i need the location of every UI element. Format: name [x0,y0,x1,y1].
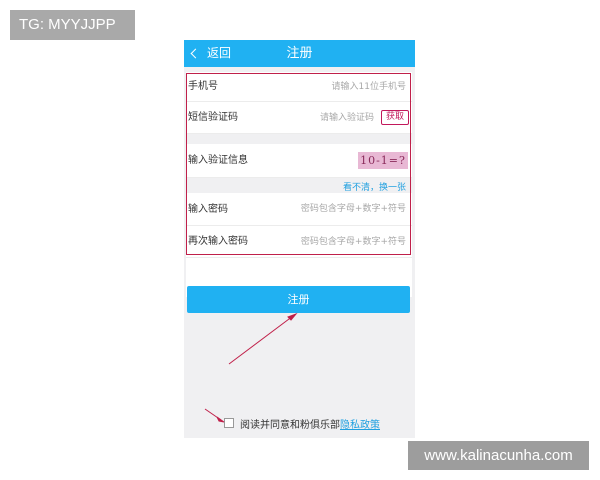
refresh-strip: 看不清，换一张 [186,178,412,193]
section-gap [186,134,412,144]
agree-checkbox[interactable] [224,418,234,428]
password-input[interactable]: 密码包含字母+数字+符号 [301,193,406,226]
back-label: 返回 [207,46,232,60]
phone-input[interactable]: 请输入11位手机号 [332,72,406,102]
get-code-button[interactable]: 获取 [381,110,409,125]
sms-row[interactable]: 短信验证码 请输入验证码 获取 [186,102,412,134]
back-button[interactable]: 返回 [190,40,232,67]
phone-row[interactable]: 手机号 请输入11位手机号 [186,72,412,102]
agreement-text: 阅读并同意和粉俱乐部 [240,419,340,431]
agreement-row: 阅读并同意和粉俱乐部 隐私政策 [224,416,380,431]
confirm-password-label: 再次输入密码 [188,236,248,247]
phone-label: 手机号 [188,81,218,92]
app-header: 注册 返回 [184,40,415,67]
sms-label: 短信验证码 [188,112,238,123]
chevron-left-icon [190,48,201,59]
captcha-image[interactable]: 10-1=? [358,152,408,169]
tg-watermark-label: TG: MYYJJPP [10,10,135,40]
site-watermark-label: www.kalinacunha.com [408,441,589,470]
confirm-password-input[interactable]: 密码包含字母+数字+符号 [301,226,406,258]
password-label: 输入密码 [188,204,228,215]
phone-screen: 注册 返回 手机号 请输入11位手机号 短信验证码 请输入验证码 获取 输入验证… [184,40,415,438]
register-form: 手机号 请输入11位手机号 短信验证码 请输入验证码 获取 输入验证信息 10-… [186,72,412,297]
privacy-policy-link[interactable]: 隐私政策 [340,416,380,431]
refresh-captcha-link[interactable]: 看不清，换一张 [343,180,406,193]
confirm-password-row[interactable]: 再次输入密码 密码包含字母+数字+符号 [186,226,412,258]
sms-code-input[interactable]: 请输入验证码 [320,102,374,134]
captcha-row[interactable]: 输入验证信息 10-1=? [186,144,412,178]
register-button[interactable]: 注册 [187,286,410,313]
captcha-label: 输入验证信息 [188,155,248,166]
password-row[interactable]: 输入密码 密码包含字母+数字+符号 [186,193,412,226]
